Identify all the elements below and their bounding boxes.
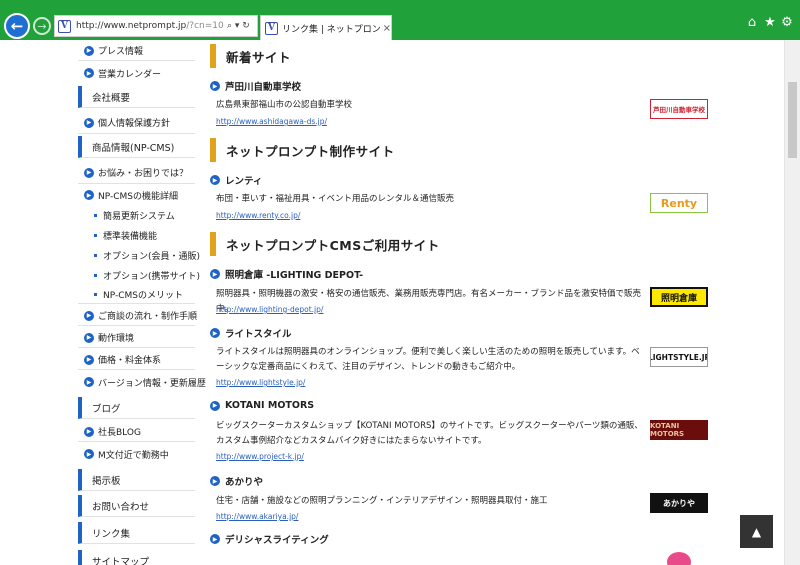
browser-toolbar: ← → V http://www.netprompt.jp/?cn=100004… (0, 0, 800, 40)
sidebar-subitem-merit[interactable]: NP-CMSのメリット (78, 286, 195, 304)
bullet-square-icon (94, 233, 97, 237)
chevron-right-icon: ▶ (84, 310, 94, 321)
entry-title[interactable]: ▶ KOTANI MOTORS (210, 400, 314, 411)
entry-link[interactable]: http://www.renty.co.jp/ (216, 211, 300, 220)
address-controls-icon[interactable]: ⌕ ▾ ↻ (227, 21, 250, 31)
entry-description: ビッグスクーターカスタムショップ【KOTANI MOTORS】のサイトです。ビッ… (216, 421, 643, 446)
sidebar-item-calendar[interactable]: ▶ 営業カレンダー (78, 63, 195, 83)
sidebar-item-troubles[interactable]: ▶ お悩み・お困りでは？ (78, 162, 195, 184)
akariya-logo[interactable]: あかりや (650, 493, 708, 513)
chevron-right-icon: ▶ (84, 332, 94, 343)
bullet-square-icon (94, 293, 97, 296)
tab-favicon-icon: V (265, 21, 278, 35)
entry-link[interactable]: http://www.lighting-depot.jp/ (216, 305, 323, 314)
entry-link[interactable]: http://www.ashidagawa-ds.jp/ (216, 117, 327, 126)
sidebar-item-blog[interactable]: ブログ (78, 397, 195, 419)
chevron-right-icon: ▶ (84, 354, 94, 365)
vertical-scrollbar[interactable] (784, 40, 800, 565)
section-heading: ネットプロンプトCMSご利用サイト (210, 232, 710, 256)
sidebar-item-products[interactable]: 商品情報(NP-CMS) (78, 136, 195, 158)
sidebar-subitem-option-member[interactable]: オプション(会員・通販) (78, 246, 200, 264)
entry-description: 住宅・店舗・施設などの照明プランニング・インテリアデザイン・照明器具取付・施工 (216, 496, 548, 506)
favorites-star-icon[interactable]: ★ (762, 15, 778, 31)
sidebar-subitem-standard[interactable]: 標準装備機能 (78, 226, 195, 244)
entry-title[interactable]: ▶ レンティ (210, 173, 262, 187)
sidebar-item-features[interactable]: ▶ NP-CMSの機能詳細 (78, 186, 195, 204)
page-viewport: ▶ プレス情報 ▶ 営業カレンダー 会社概要 ▶ 個人情報保護方針 商品情報(NP-C… (0, 40, 784, 565)
sidebar-item-company[interactable]: 会社概要 (78, 86, 195, 108)
browser-tab[interactable]: V リンク集 | ネットプロンプト(Net... × (260, 15, 392, 40)
lighting-depot-logo[interactable]: 照明倉庫 (650, 287, 708, 307)
site-favicon-icon: V (58, 19, 71, 33)
delicious-lighting-logo[interactable] (667, 552, 691, 565)
chevron-right-icon: ▶ (84, 190, 94, 200)
sidebar-item-staff-blog[interactable]: ▶ M文付近で勤務中 (78, 444, 195, 464)
chevron-right-icon: ▶ (210, 400, 220, 411)
sidebar-item-flow[interactable]: ▶ ご商談の流れ・制作手順 (78, 306, 197, 326)
sidebar-subitem-option-mobile[interactable]: オプション(携帯サイト) (78, 266, 200, 284)
tab-title: リンク集 | ネットプロンプト(Net... (282, 24, 380, 35)
entry-title[interactable]: ▶ あかりや (210, 474, 263, 488)
section-heading: 新着サイト (210, 44, 710, 68)
entry-title[interactable]: ▶ 芦田川自動車学校 (210, 79, 301, 93)
chevron-right-icon: ▶ (210, 476, 220, 486)
entry-title[interactable]: ▶ デリシャスライティング (210, 532, 329, 546)
sidebar-subitem-easy-update[interactable]: 簡易更新システム (78, 206, 195, 224)
settings-gear-icon[interactable]: ⚙ (779, 15, 795, 31)
sidebar-item-version[interactable]: ▶ バージョン情報・更新履歴 (78, 372, 206, 392)
bullet-square-icon (94, 253, 97, 257)
section-heading: ネットプロンプト制作サイト (210, 138, 710, 162)
chevron-right-icon: ▶ (210, 175, 220, 185)
chevron-right-icon: ▶ (84, 426, 94, 437)
chevron-right-icon: ▶ (84, 117, 94, 128)
renty-logo[interactable]: Renty (650, 193, 708, 213)
sidebar-item-environment[interactable]: ▶ 動作環境 (78, 328, 195, 348)
entry-link[interactable]: http://www.project-k.jp/ (216, 452, 304, 461)
tab-close-icon[interactable]: × (383, 23, 391, 34)
entry-description: ライトスタイルは照明器具のオンラインショップ。便利で美しく楽しい生活のための照明… (216, 347, 640, 372)
sidebar-item-bbs[interactable]: 掲示板 (78, 469, 195, 491)
chevron-right-icon: ▶ (84, 45, 94, 56)
chevron-right-icon: ▶ (84, 68, 94, 78)
sidebar-item-links[interactable]: リンク集 (78, 522, 195, 544)
home-icon[interactable]: ⌂ (744, 15, 760, 31)
chevron-right-icon: ▶ (210, 81, 220, 91)
chevron-right-icon: ▶ (84, 167, 94, 178)
lightstyle-logo[interactable]: LIGHTSTYLE.JP (650, 347, 708, 367)
ashidagawa-logo[interactable]: 芦田川自動車学校 (650, 99, 708, 119)
entry-title[interactable]: ▶ 照明倉庫 -LIGHTING DEPOT- (210, 267, 363, 281)
chevron-right-icon: ▶ (210, 269, 220, 279)
entry-link[interactable]: http://www.akariya.jp/ (216, 512, 298, 521)
forward-arrow-icon[interactable]: → (33, 17, 51, 35)
sidebar-item-sitemap[interactable]: サイトマップ (78, 550, 195, 565)
chevron-right-icon: ▶ (210, 534, 220, 544)
sidebar-item-president-blog[interactable]: ▶ 社長BLOG (78, 422, 195, 442)
entry-description: 広島県東部福山市の公認自動車学校 (216, 100, 353, 110)
sidebar-item-press[interactable]: ▶ プレス情報 (78, 41, 195, 61)
address-url[interactable]: http://www.netprompt.jp/?cn=100004 (76, 21, 224, 31)
chevron-right-icon: ▶ (84, 377, 94, 387)
sidebar-item-contact[interactable]: お問い合わせ (78, 495, 195, 517)
chevron-right-icon: ▶ (210, 328, 220, 338)
page-top-button[interactable]: ▲ (740, 515, 773, 548)
kotani-motors-logo[interactable]: KOTANI MOTORS (650, 420, 708, 440)
back-arrow-icon[interactable]: ← (4, 13, 30, 39)
scrollbar-thumb[interactable] (788, 82, 797, 158)
sidebar-item-privacy[interactable]: ▶ 個人情報保護方針 (78, 112, 195, 134)
address-bar[interactable]: V http://www.netprompt.jp/?cn=100004 ⌕ ▾… (54, 15, 258, 37)
bullet-square-icon (94, 273, 97, 277)
entry-link[interactable]: http://www.lightstyle.jp/ (216, 378, 305, 387)
sidebar-item-pricing[interactable]: ▶ 価格・料金体系 (78, 350, 195, 370)
entry-title[interactable]: ▶ ライトスタイル (210, 326, 292, 340)
bullet-square-icon (94, 213, 97, 217)
entry-description: 布団・車いす・福祉用具・イベント用品のレンタル＆通信販売 (216, 194, 455, 204)
chevron-right-icon: ▶ (84, 449, 94, 459)
